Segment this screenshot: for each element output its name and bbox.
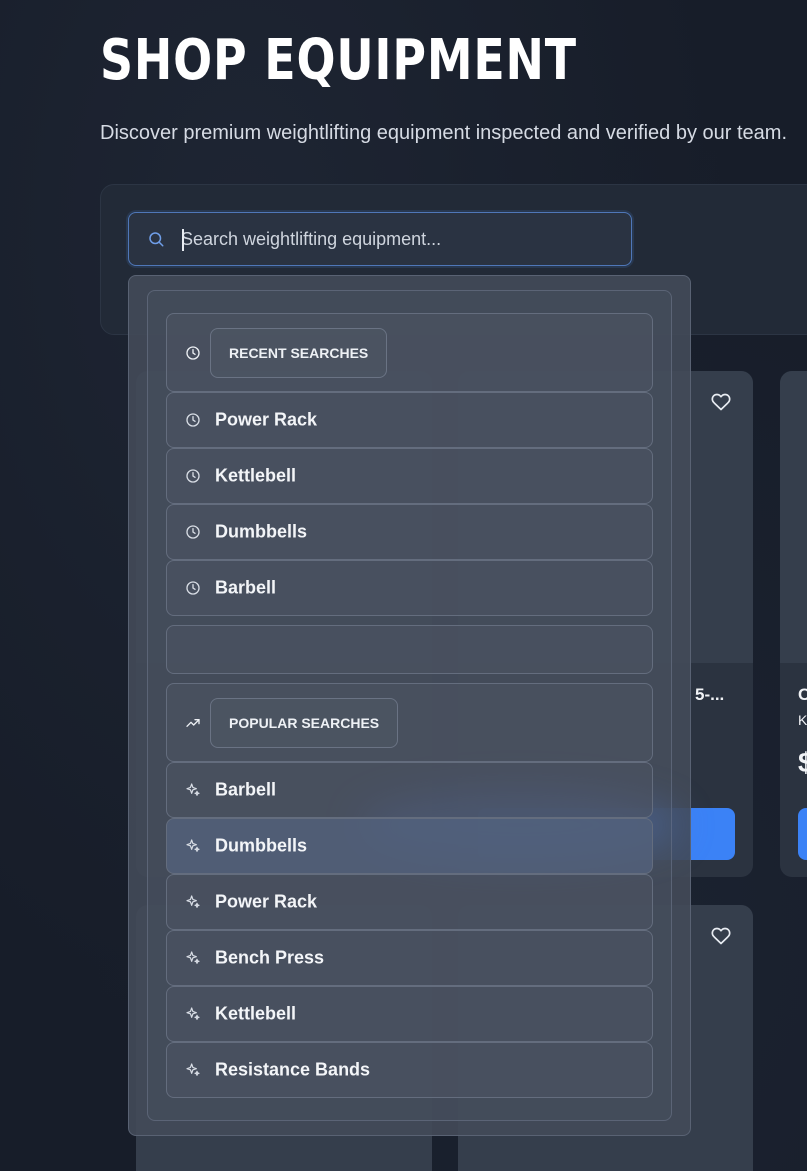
section-divider: [166, 625, 653, 674]
popular-search-label: Resistance Bands: [215, 1059, 371, 1080]
recent-search-item[interactable]: Barbell: [166, 560, 653, 616]
popular-search-label: Bench Press: [215, 947, 325, 968]
recent-searches-header: RECENT SEARCHES: [166, 313, 653, 392]
sparkle-icon: [186, 895, 200, 908]
recent-search-item[interactable]: Power Rack: [166, 392, 653, 448]
sparkle-icon: [186, 1007, 200, 1020]
popular-search-item[interactable]: Barbell: [166, 762, 653, 818]
product-image: [780, 371, 807, 663]
clock-icon: [186, 469, 200, 483]
heart-icon[interactable]: [711, 926, 731, 946]
popular-search-label: Barbell: [215, 779, 277, 800]
clock-icon: [186, 525, 200, 539]
clock-icon: [186, 581, 200, 595]
clock-icon: [186, 345, 200, 360]
recent-search-label: Barbell: [215, 577, 277, 598]
recent-search-item[interactable]: Kettlebell: [166, 448, 653, 504]
popular-search-label: Power Rack: [215, 891, 318, 912]
recent-searches-label: RECENT SEARCHES: [210, 328, 388, 378]
trending-up-icon: [186, 718, 200, 727]
sparkle-icon: [186, 783, 200, 796]
clock-icon: [186, 413, 200, 427]
recent-search-label: Kettlebell: [215, 465, 297, 486]
recent-search-label: Dumbbells: [215, 521, 308, 542]
product-name: 5-...: [695, 685, 725, 704]
sparkle-icon: [186, 951, 200, 964]
sparkle-icon: [186, 1063, 200, 1076]
product-brand: K: [798, 712, 807, 728]
recent-search-label: Power Rack: [215, 409, 318, 430]
popular-search-item[interactable]: Power Rack: [166, 874, 653, 930]
popular-search-item[interactable]: Kettlebell: [166, 986, 653, 1042]
text-caret: [182, 229, 184, 251]
add-to-cart-button[interactable]: [798, 808, 807, 860]
sparkle-icon: [186, 839, 200, 852]
heart-icon[interactable]: [711, 392, 731, 412]
page-subtitle: Discover premium weightlifting equipment…: [100, 122, 788, 144]
popular-search-item[interactable]: Resistance Bands: [166, 1042, 653, 1098]
popular-search-item[interactable]: Dumbbells: [166, 818, 653, 874]
search-icon: [149, 232, 164, 247]
product-card[interactable]: C K $: [780, 371, 807, 877]
search-box[interactable]: [128, 212, 632, 266]
search-input[interactable]: [181, 224, 611, 254]
popular-search-item[interactable]: Bench Press: [166, 930, 653, 986]
page-title: SHOP EQUIPMENT: [100, 28, 577, 93]
popular-search-label: Dumbbells: [215, 835, 308, 856]
popular-search-label: Kettlebell: [215, 1003, 297, 1024]
popular-searches-label: POPULAR SEARCHES: [210, 698, 399, 748]
popular-searches-header: POPULAR SEARCHES: [166, 683, 653, 762]
product-price: $: [798, 747, 807, 778]
recent-search-item[interactable]: Dumbbells: [166, 504, 653, 560]
product-name: C: [798, 685, 807, 704]
